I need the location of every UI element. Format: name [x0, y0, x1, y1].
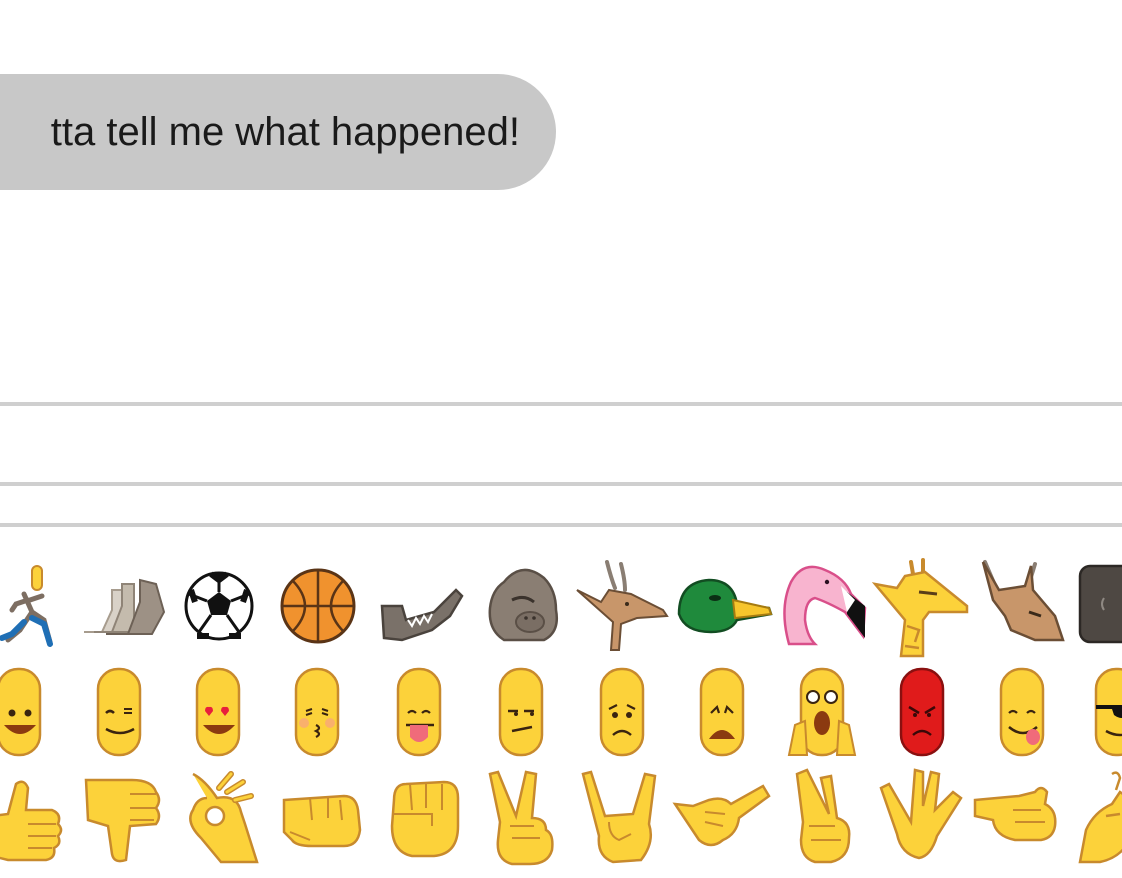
message-text: tta tell me what happened! [50, 109, 520, 154]
raised-fist-emoji[interactable] [372, 770, 468, 870]
ok-hand-emoji[interactable] [171, 770, 267, 870]
tongue-out-face-emoji[interactable] [372, 665, 468, 765]
giraffe-emoji[interactable] [871, 558, 971, 660]
winking-face-emoji[interactable] [72, 665, 168, 765]
pointing-right-emoji[interactable] [973, 770, 1071, 870]
crocodile-emoji[interactable] [372, 560, 468, 660]
call-me-hand-emoji[interactable] [672, 770, 771, 870]
goat-emoji[interactable] [975, 560, 1071, 660]
worried-face-emoji[interactable] [575, 665, 671, 765]
divider-middle [0, 482, 1122, 486]
smiling-face-emoji[interactable] [0, 665, 68, 765]
basketball-emoji[interactable] [270, 560, 366, 660]
emoji-tray [0, 530, 1122, 878]
antelope-emoji[interactable] [575, 560, 671, 660]
divider-tray [0, 523, 1122, 527]
victory-hand-emoji[interactable] [474, 770, 570, 870]
fist-bump-emoji[interactable] [270, 770, 366, 870]
angry-face-emoji[interactable] [875, 665, 971, 765]
emoji-row-faces [0, 665, 1122, 765]
messaging-screen: tta tell me what happened! [0, 0, 1122, 878]
thumbs-up-emoji[interactable] [0, 770, 68, 870]
unamused-face-emoji[interactable] [474, 665, 570, 765]
vulcan-salute-emoji[interactable] [875, 768, 971, 870]
sunglasses-face-emoji[interactable] [1076, 665, 1122, 765]
heart-eyes-face-emoji[interactable] [171, 665, 267, 765]
dark-tile-emoji[interactable] [1076, 560, 1122, 660]
crossed-fingers-emoji[interactable] [775, 768, 871, 870]
flamingo-emoji[interactable] [775, 560, 871, 660]
running-person-emoji[interactable] [0, 560, 68, 660]
stacked-feet-emoji[interactable] [72, 560, 168, 660]
screaming-face-emoji[interactable] [775, 665, 871, 765]
kissing-face-emoji[interactable] [270, 665, 366, 765]
gorilla-emoji[interactable] [474, 560, 570, 660]
emoji-row-hands [0, 768, 1122, 870]
pinching-hand-emoji[interactable] [1076, 770, 1122, 870]
message-bubble[interactable]: tta tell me what happened! [0, 74, 556, 190]
message-input-field[interactable] [0, 406, 1122, 484]
soccer-ball-emoji[interactable] [171, 560, 267, 660]
thumbs-down-emoji[interactable] [72, 770, 168, 870]
duck-emoji[interactable] [675, 560, 773, 660]
yum-face-emoji[interactable] [975, 665, 1071, 765]
rock-on-hand-emoji[interactable] [575, 770, 671, 870]
emoji-row-animals [0, 558, 1122, 660]
sad-face-emoji[interactable] [675, 665, 771, 765]
